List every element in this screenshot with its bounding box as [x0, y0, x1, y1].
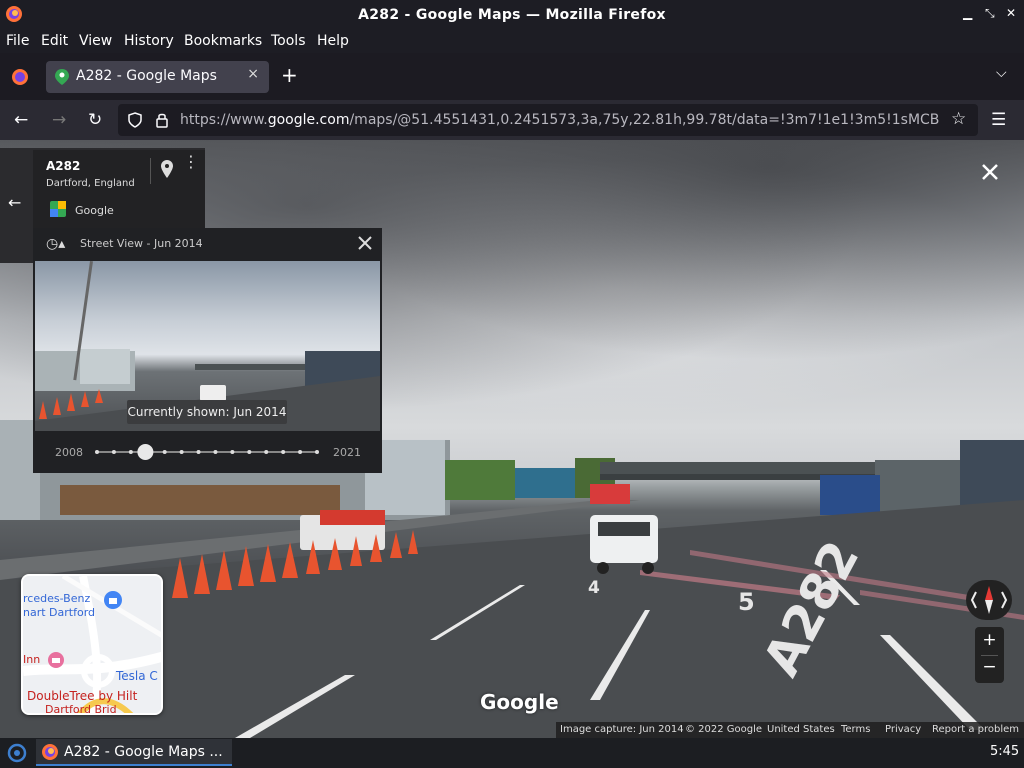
navigation-bar: ← → ↻ https://www.google.com/maps/@51.45… [0, 100, 1024, 140]
taskbar-window-label: A282 - Google Maps ... [64, 744, 223, 760]
minimize-icon[interactable]: ▁ [963, 6, 972, 20]
place-name: A282 [46, 159, 81, 173]
tab-close-icon[interactable]: × [247, 66, 259, 82]
timeline-slider[interactable]: 2008 2021 [33, 434, 382, 470]
compass-icon [970, 586, 1008, 614]
copyright-text: © 2022 Google [685, 724, 763, 735]
divider [150, 158, 151, 184]
timeline-tick[interactable] [128, 450, 133, 454]
reload-icon[interactable]: ↻ [88, 110, 102, 130]
taskbar: A282 - Google Maps ... 5:45 [0, 738, 1024, 768]
history-panel-header: ◷▴ Street View - Jun 2014 [33, 228, 382, 260]
restore-icon[interactable]: ⤡ [985, 6, 995, 21]
place-info-card: A282 Dartford, England ⋮ Google [33, 150, 205, 228]
bookmark-star-icon[interactable]: ☆ [951, 109, 966, 129]
timeline-tick[interactable] [298, 450, 303, 454]
hotel-pin-icon[interactable] [47, 651, 65, 669]
zoom-in-button[interactable]: + [975, 630, 1004, 650]
menu-bookmarks[interactable]: Bookmarks [184, 33, 262, 49]
start-menu-icon[interactable] [7, 743, 27, 763]
menu-bar: File Edit View History Bookmarks Tools H… [0, 30, 1024, 53]
menu-edit[interactable]: Edit [41, 33, 68, 49]
timeline-tick[interactable] [264, 450, 269, 454]
maps-favicon-icon [55, 69, 69, 85]
history-panel-title: Street View - Jun 2014 [80, 237, 203, 250]
timeline-tick[interactable] [162, 450, 167, 454]
traffic-cones [172, 530, 418, 598]
timeline-tick[interactable] [247, 450, 252, 454]
history-clock-icon[interactable]: ◷▴ [46, 236, 65, 252]
menu-tools[interactable]: Tools [271, 33, 306, 49]
privacy-link[interactable]: Privacy [885, 724, 921, 735]
google-maps-logo-icon [50, 201, 66, 217]
timeline-tick[interactable] [111, 450, 116, 454]
timeline-start-year: 2008 [55, 446, 83, 459]
window-titlebar: A282 - Google Maps — Mozilla Firefox ▁ ⤡… [0, 0, 1024, 30]
url-bar[interactable]: https://www.google.com/maps/@51.4551431,… [118, 104, 978, 136]
url-text: https://www.google.com/maps/@51.4551431,… [180, 112, 940, 128]
zoom-out-button[interactable]: − [975, 657, 1004, 677]
minimap-label-doubletree: DoubleTree by Hilt [27, 689, 138, 703]
timeline-tick[interactable] [213, 450, 218, 454]
location-pin-icon[interactable] [161, 160, 173, 178]
menu-help[interactable]: Help [317, 33, 349, 49]
attribution-bar: Image capture: Jun 2014 © 2022 Google Un… [556, 722, 1024, 738]
timeline-track[interactable] [93, 442, 323, 462]
back-to-map-arrow-icon[interactable]: ← [8, 193, 21, 212]
more-options-icon[interactable]: ⋮ [183, 154, 199, 170]
tab-label: A282 - Google Maps [76, 68, 217, 84]
minimap-label-mercedes: rcedes-Benz [23, 592, 91, 605]
minimap-label-dartford-bridge: Dartford Brid [45, 703, 117, 715]
minimap[interactable]: rcedes-Benz nart Dartford Inn Tesla C Do… [21, 574, 163, 715]
shopping-bag-pin-icon[interactable] [103, 590, 123, 610]
close-window-icon[interactable]: ✕ [1006, 6, 1016, 20]
terms-link[interactable]: Terms [841, 724, 870, 735]
minimap-label-mercedes-dartford: nart Dartford [23, 606, 96, 619]
lane-number-5: 5 [738, 588, 755, 616]
timeline-tick[interactable] [315, 450, 319, 454]
menu-file[interactable]: File [6, 33, 29, 49]
timeline-tick[interactable] [196, 450, 201, 454]
tab-strip: A282 - Google Maps × + ⌵ [0, 53, 1024, 100]
clock: 5:45 [990, 744, 1020, 759]
hamburger-menu-icon[interactable]: ☰ [991, 110, 1006, 130]
tracking-shield-icon[interactable] [128, 112, 142, 128]
timeline-tick[interactable] [95, 450, 99, 454]
timeline-tick[interactable] [230, 450, 235, 454]
lane-number-4: 4 [588, 578, 600, 598]
timeline-tick[interactable] [179, 450, 184, 454]
lock-icon[interactable] [156, 112, 168, 128]
google-watermark: Google [480, 690, 559, 714]
image-capture-date: Image capture: Jun 2014 [560, 724, 684, 735]
forward-arrow-icon[interactable]: → [52, 110, 66, 130]
taskbar-firefox-window[interactable]: A282 - Google Maps ... [36, 739, 232, 766]
minimap-label-inn: Inn [23, 653, 41, 666]
firefox-taskbar-icon [42, 744, 58, 760]
window-title: A282 - Google Maps — Mozilla Firefox [358, 7, 666, 23]
zoom-divider [981, 655, 998, 656]
new-tab-button[interactable]: + [281, 63, 298, 87]
close-history-icon[interactable] [358, 236, 372, 250]
country-link[interactable]: United States [767, 724, 835, 735]
tab-google-maps[interactable]: A282 - Google Maps × [46, 61, 269, 93]
menu-history[interactable]: History [124, 33, 174, 49]
currently-shown-tooltip: Currently shown: Jun 2014 [127, 400, 287, 424]
compass-control[interactable] [966, 580, 1012, 620]
firefox-view-icon[interactable] [11, 68, 29, 86]
minimap-label-tesla: Tesla C [116, 669, 158, 683]
close-street-view-icon[interactable] [981, 163, 999, 181]
report-problem-link[interactable]: Report a problem [932, 724, 1019, 735]
menu-view[interactable]: View [79, 33, 112, 49]
back-arrow-icon[interactable]: ← [14, 110, 28, 130]
list-tabs-chevron-icon[interactable]: ⌵ [996, 65, 1007, 81]
place-location: Dartford, England [46, 178, 135, 189]
imagery-source: Google [75, 204, 114, 217]
timeline-knob[interactable] [137, 444, 154, 460]
timeline-end-year: 2021 [333, 446, 361, 459]
zoom-controls: + − [975, 627, 1004, 683]
timeline-tick[interactable] [281, 450, 286, 454]
